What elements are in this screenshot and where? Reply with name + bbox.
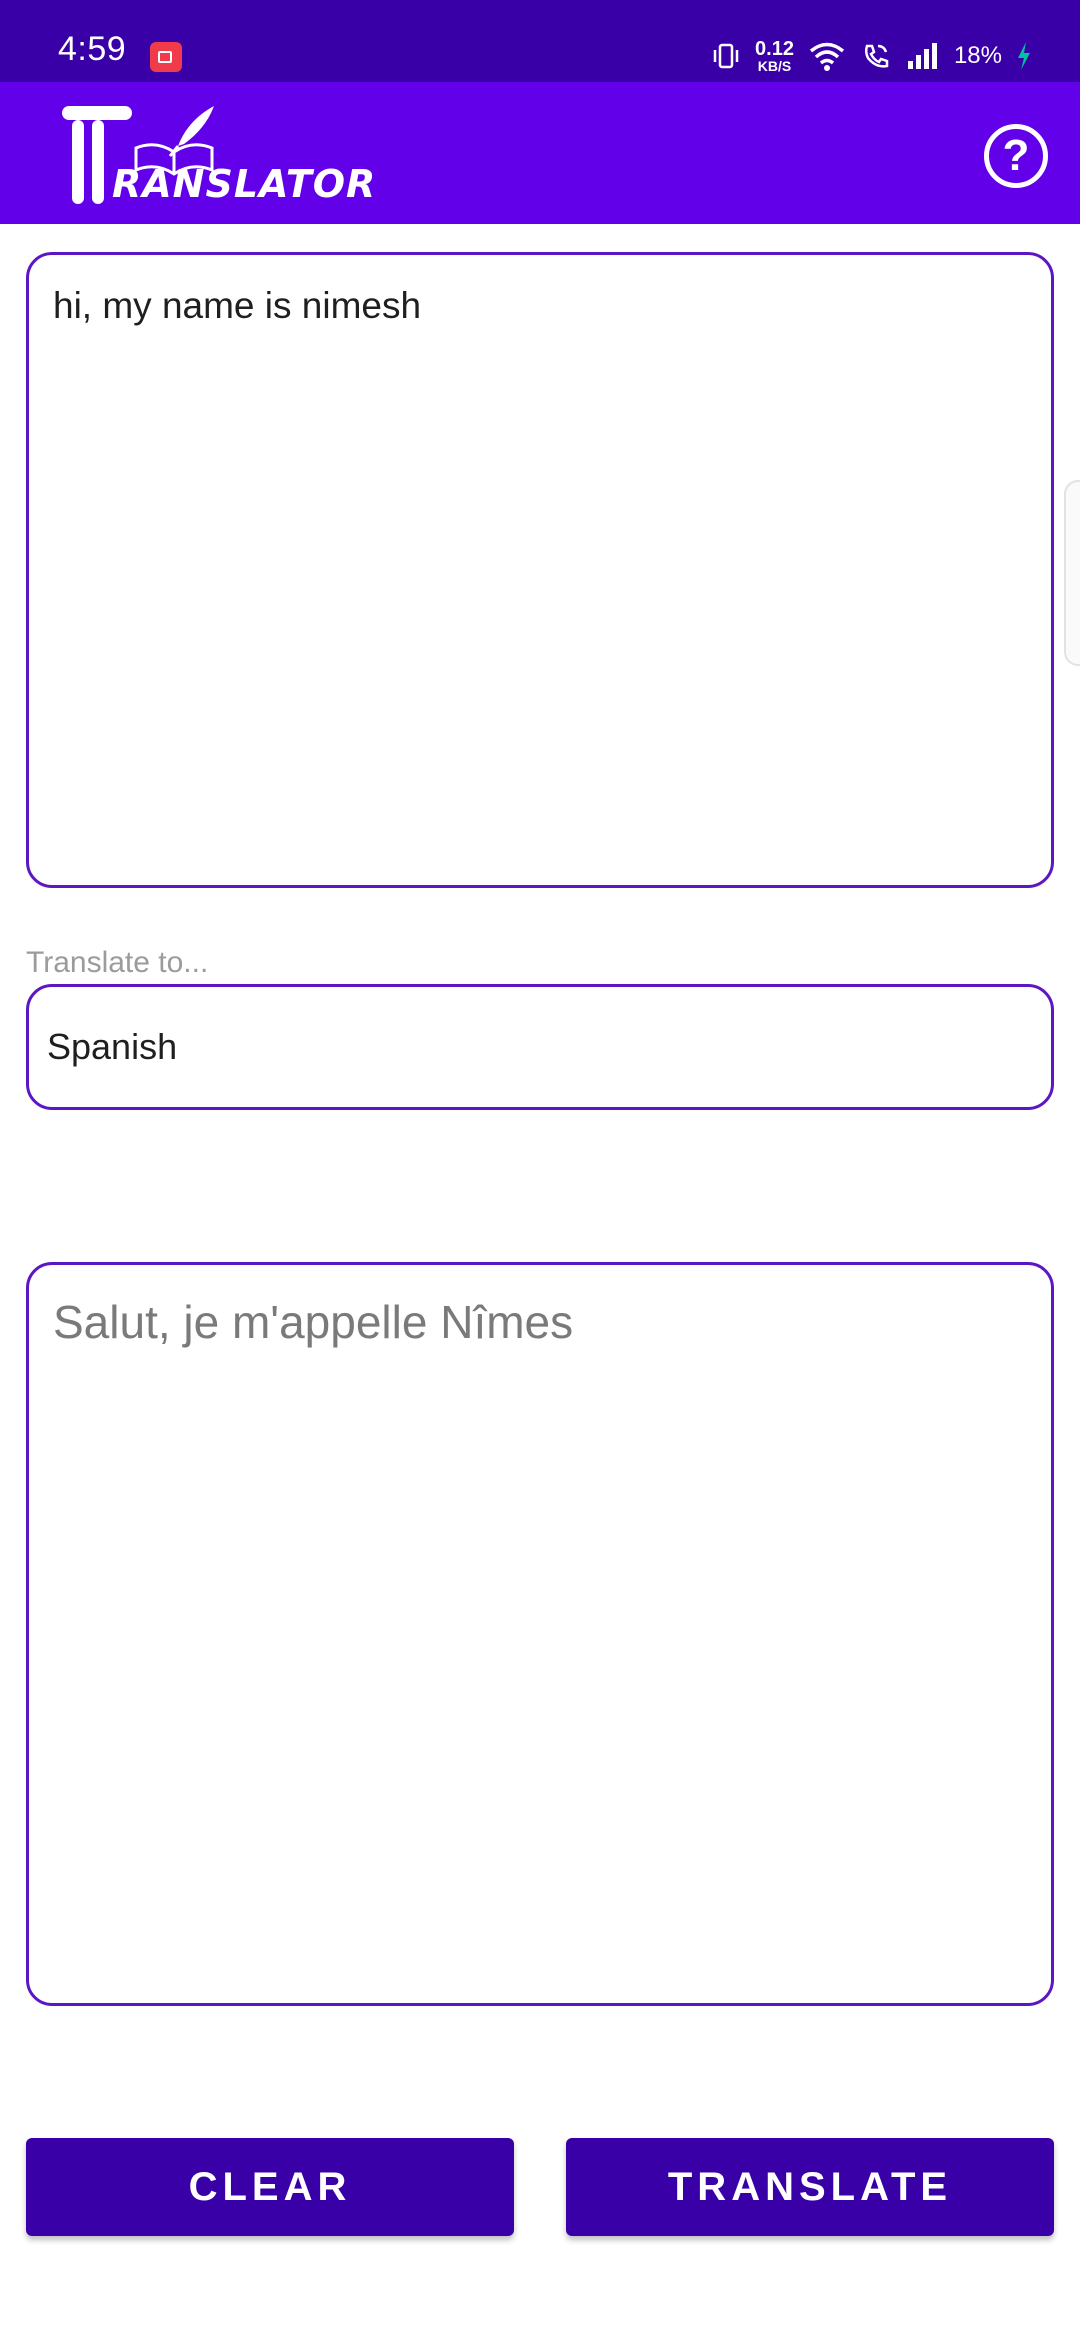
vibrate-icon bbox=[713, 43, 739, 69]
status-icons: 0.12 KB/S 18% bbox=[711, 36, 1032, 76]
translator-screen: 4:59 0.12 KB/S 18% RANSLATOR ? hi, my na… bbox=[0, 0, 1080, 2340]
wifi-calling-icon bbox=[864, 44, 889, 68]
battery-percentage: 18% bbox=[953, 42, 1002, 69]
status-time: 4:59 bbox=[58, 30, 127, 68]
battery-charging-icon bbox=[1018, 42, 1030, 70]
logo-text: RANSLATOR bbox=[112, 162, 377, 206]
help-icon: ? bbox=[1002, 131, 1030, 180]
source-text: hi, my name is nimesh bbox=[53, 285, 422, 326]
net-speed-value: 0.12 bbox=[755, 38, 794, 60]
status-bar: 4:59 0.12 KB/S 18% bbox=[0, 0, 1080, 82]
selected-language: Spanish bbox=[47, 1026, 178, 1067]
translate-button[interactable]: TRANSLATE bbox=[566, 2138, 1054, 2236]
cellular-signal-icon bbox=[907, 43, 937, 69]
wifi-icon bbox=[809, 42, 845, 71]
network-speed: 0.12 KB/S bbox=[755, 39, 794, 73]
clear-button[interactable]: CLEAR bbox=[26, 2138, 514, 2236]
language-select[interactable]: Spanish bbox=[26, 984, 1054, 1110]
edge-panel-handle[interactable] bbox=[1064, 480, 1080, 666]
translate-to-label: Translate to... bbox=[26, 946, 209, 979]
app-logo: RANSLATOR bbox=[56, 100, 386, 212]
help-button[interactable]: ? bbox=[984, 124, 1048, 188]
source-text-input[interactable]: hi, my name is nimesh bbox=[26, 252, 1054, 888]
app-bar: RANSLATOR ? bbox=[0, 82, 1080, 224]
screen-record-icon bbox=[150, 42, 182, 72]
net-speed-unit: KB/S bbox=[757, 58, 792, 74]
translated-text: Salut, je m'appelle Nîmes bbox=[53, 1296, 574, 1348]
translation-output[interactable]: Salut, je m'appelle Nîmes bbox=[26, 1262, 1054, 2006]
